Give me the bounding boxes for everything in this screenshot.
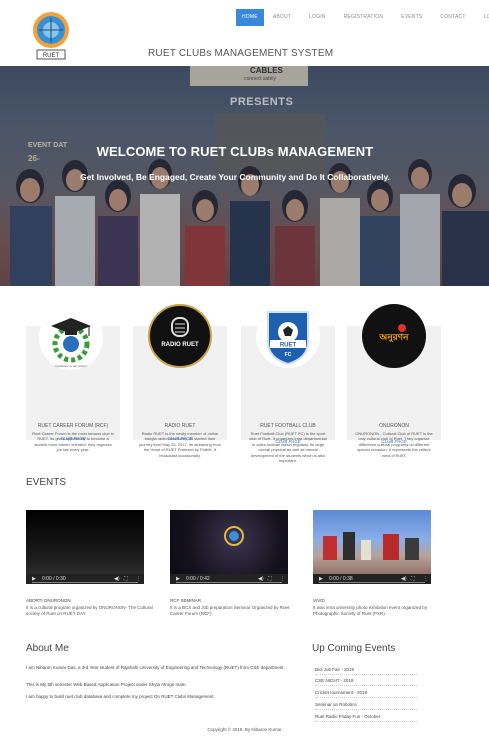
nav-home[interactable]: HOME [236, 9, 264, 26]
event-title-rcf-seminar: RCF SEMINAR [170, 598, 202, 603]
nav-events[interactable]: EVENTS [392, 9, 431, 26]
upcoming-item: Biol Job Fair - 2019 [315, 667, 417, 675]
event-title-vivid: VIVID [313, 598, 325, 603]
svg-text:RADIO RUET: RADIO RUET [161, 342, 199, 348]
club-page-link-radio-ruet[interactable]: CLUB PAGE [133, 436, 227, 441]
upcoming-item: Ruet Radio Friday Fun - October [315, 714, 417, 722]
video-progress[interactable] [319, 582, 425, 583]
club-card-onuronon: অনুরণন ONURONON ONURONON - Cultural Club… [347, 304, 441, 458]
nav-login[interactable]: LOGIN [300, 9, 335, 26]
event-video-vivid[interactable]: ▶ 0:00 / 0:38 ◀) ⛶ ⋮ [313, 510, 431, 584]
upcoming-item: Seminar on Robotics [315, 702, 417, 710]
ruet-logo-icon: RUET [33, 12, 69, 60]
nav-contact[interactable]: CONTACT [431, 9, 474, 26]
rcf-logo-icon [224, 526, 244, 546]
nav-logout[interactable]: LOGOUT [475, 9, 489, 26]
club-name-rcf: RUET CAREER FORUM (RCF) [37, 423, 109, 429]
event-video-rcf-seminar[interactable]: ▶ 0:00 / 0:42 ◀) ⛶ ⋮ [170, 510, 288, 584]
about-heading: About Me [26, 643, 69, 654]
about-paragraph: This is My 5th semister Web Based Applic… [26, 682, 187, 687]
clubs-section: Guidance is our object RUET CAREER FORUM… [0, 286, 489, 463]
ruet-logo[interactable]: RUET [29, 10, 73, 62]
club-desc-rcf: Ruet Career Forum is the most famous clu… [32, 431, 114, 453]
football-shield-icon: RUET FC [256, 304, 320, 368]
events-heading: EVENTS [26, 477, 67, 488]
upcoming-heading: Up Coming Events [312, 643, 396, 654]
club-name-onuronon: ONURONON [379, 423, 409, 429]
event-desc-aborti: It is a cultural program organized by ON… [26, 605, 153, 616]
club-card-radio-ruet: RADIO RUET RADIO RUET Radio RUET is the … [133, 304, 227, 458]
about-paragraph: I am happy to build ruet club database a… [26, 694, 215, 699]
club-desc-ruet-fc: Ruet Football Club (RUET FC) is the spor… [249, 431, 327, 464]
svg-text:Guidance is our object: Guidance is our object [55, 364, 88, 368]
site-header: RUET HOME ABOUT LOGIN REGISTRATION EVENT… [0, 0, 489, 66]
event-desc-vivid: It was intra university photo exhibition… [313, 605, 428, 616]
event-title-aborti: ABORTI ONURONON [26, 598, 71, 603]
radio-icon: RADIO RUET [148, 304, 212, 368]
nav-registration[interactable]: REGISTRATION [335, 9, 393, 26]
svg-text:FC: FC [285, 352, 292, 358]
main-nav: HOME ABOUT LOGIN REGISTRATION EVENTS CON… [236, 9, 489, 26]
site-title: RUET CLUBs MANAGEMENT SYSTEM [148, 48, 334, 59]
club-name-ruet-fc: RUET FOOTBALL CLUB [260, 423, 316, 429]
event-video-aborti[interactable]: ▶ 0:00 / 0:30 ◀) ⛶ ⋮ [26, 510, 144, 584]
video-progress[interactable] [176, 582, 282, 583]
upcoming-item: CSE NIGHT - 2019 [315, 678, 417, 686]
footer-copyright: Copyright © 2019, By Nibaron Kumar [207, 727, 282, 732]
svg-text:RUET: RUET [43, 53, 60, 59]
club-page-link-onuronon[interactable]: CLUB PAGE [347, 439, 441, 444]
video-progress[interactable] [32, 582, 138, 583]
club-card-rcf: Guidance is our object RUET CAREER FORUM… [26, 306, 120, 452]
hero-section: CABLES connect safely PRESENTS EVENT DAT… [0, 66, 489, 286]
upcoming-item: Cricket tournament - 2019 [315, 690, 417, 698]
club-page-link-ruet-fc[interactable]: CLUB PAGE [241, 439, 335, 444]
nav-about[interactable]: ABOUT [264, 9, 300, 26]
club-name-radio-ruet: RADIO RUET [164, 423, 196, 429]
onuronon-logo-icon: অনুরণন [362, 304, 426, 368]
club-desc-onuronon: ONURONON - Cultural Club of RUET is the … [355, 431, 433, 458]
svg-text:RUET: RUET [280, 343, 297, 349]
hero-headline: WELCOME TO RUET CLUBs MANAGEMENT [96, 144, 374, 159]
hero-subheadline: Get Involved, Be Engaged, Create Your Co… [80, 172, 390, 182]
about-paragraph: I am Nibaron Kumar Das, a 3rd Year stude… [26, 665, 285, 670]
club-card-ruet-fc: RUET FC RUET FOOTBALL CLUB Ruet Football… [241, 304, 335, 463]
club-page-link-rcf[interactable]: CLUB PAGE [26, 436, 120, 441]
svg-text:অনুরণন: অনুরণন [379, 333, 410, 344]
event-desc-rcf-seminar: It is a BCS and Job preparation Seminar … [170, 605, 290, 616]
graduation-cap-gear-icon: Guidance is our object [39, 306, 103, 370]
exhibition-photo [323, 532, 419, 560]
